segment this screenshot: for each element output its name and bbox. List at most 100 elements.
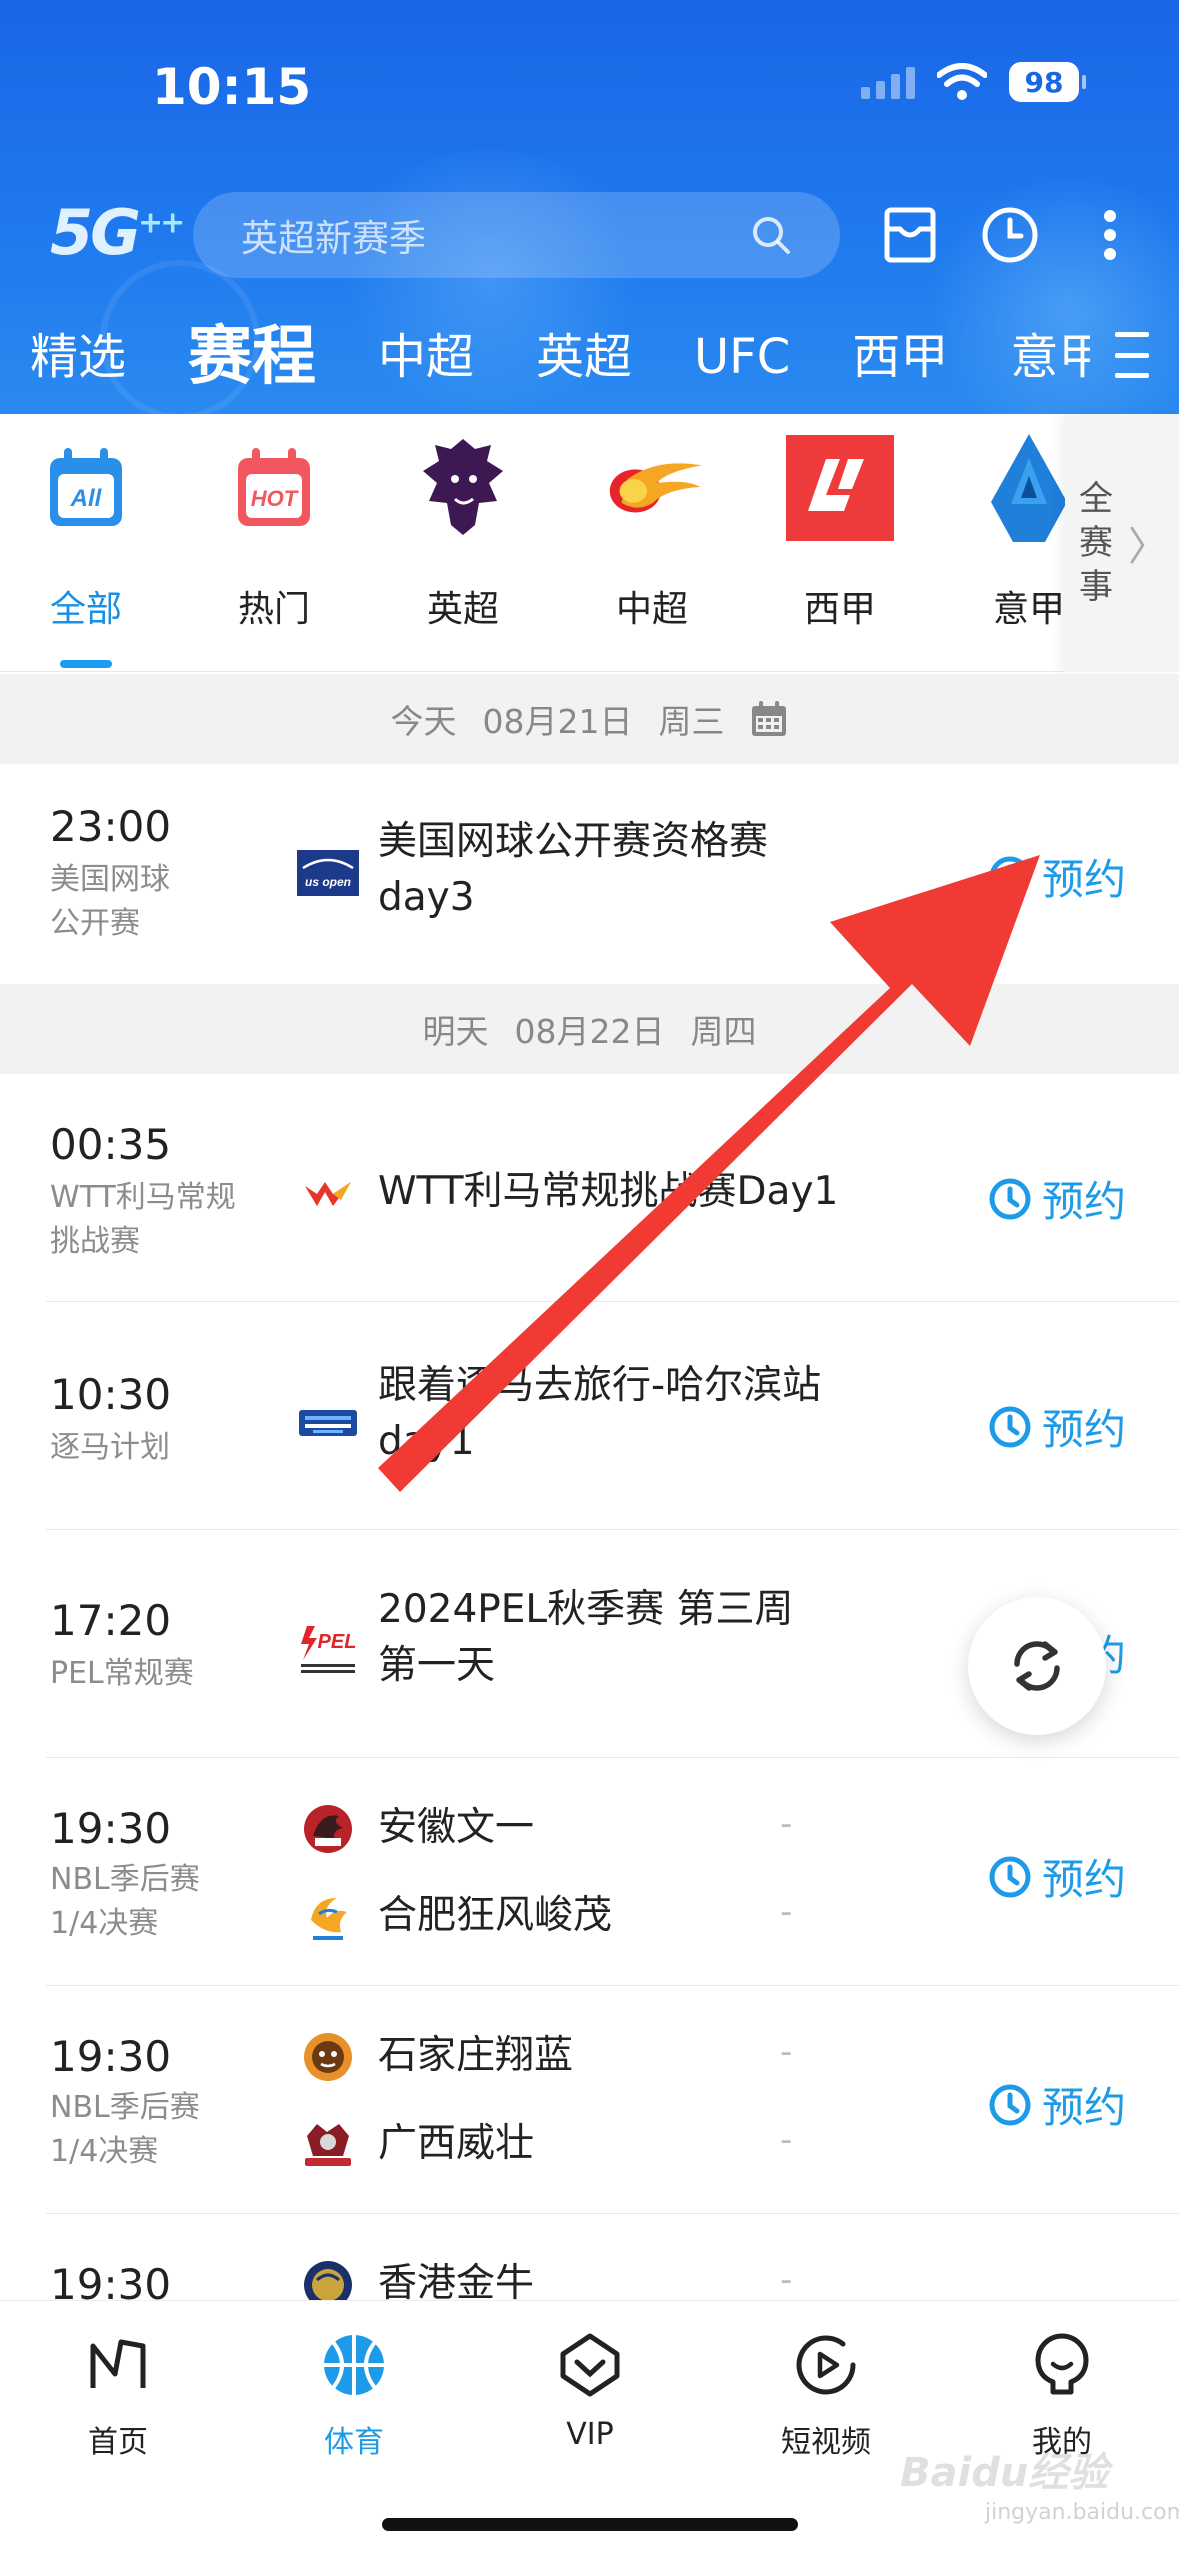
match-title: WTT利马常规挑战赛Day1 <box>378 1169 839 1214</box>
tab-home[interactable]: 首页 <box>38 2327 198 2461</box>
search-placeholder: 英超新赛季 <box>241 217 426 260</box>
calendar-icon[interactable] <box>750 700 788 738</box>
league-filter-bar: All 全部 HOT 热门 英超 中超 西甲 意甲 全赛事 〉 <box>0 414 1179 672</box>
match-time: 00:35 <box>50 1120 172 1169</box>
clock-icon <box>989 2084 1031 2125</box>
premier-league-lion-icon <box>409 434 517 542</box>
hefei-kuangfeng-icon <box>296 1890 360 1944</box>
match-row[interactable]: 19:30 NBL季后赛 1/4决赛 安徽文一 合肥狂风峻茂 - - 预约 <box>0 1758 1179 1986</box>
match-title: 跟着逐马去旅行-哈尔滨站 day1 <box>378 1363 822 1464</box>
watermark-url: jingyan.baidu.com <box>985 2500 1179 2525</box>
tab-ufc[interactable]: UFC <box>694 312 790 402</box>
tab-label: VIP <box>566 2417 614 2452</box>
guangxi-weizhuang-icon <box>296 2118 360 2172</box>
match-row[interactable]: 19:30 香港金牛 - <box>0 2214 1179 2300</box>
tab-laliga[interactable]: 西甲 <box>852 312 948 402</box>
reserve-label: 预约 <box>1042 855 1127 904</box>
match-row[interactable]: 23:00 美国网球 公开赛 us open 美国网球公开赛资格赛 day3 预约 <box>0 764 1179 984</box>
search-icon <box>753 217 790 254</box>
reserve-label: 预约 <box>1042 1177 1127 1226</box>
match-time: 23:00 <box>50 802 172 851</box>
match-row[interactable]: 10:30 逐马计划 跟着逐马去旅行-哈尔滨站 day1 预约 <box>0 1302 1179 1530</box>
team-score: - <box>780 2260 793 2300</box>
chevron-right-icon: 〉 <box>1128 524 1168 570</box>
reserve-button[interactable]: 预约 <box>988 2074 1126 2135</box>
team-score: - <box>780 1892 793 1932</box>
match-competition: PEL常规赛 <box>50 1656 194 1691</box>
status-time: 10:15 <box>152 58 312 116</box>
sports-ball-icon <box>274 2327 434 2403</box>
app-logo: 5G++ <box>50 196 185 269</box>
svg-text:All: All <box>70 485 103 512</box>
hot-calendar-icon: HOT <box>220 434 328 542</box>
league-laliga[interactable]: 西甲 <box>760 434 920 632</box>
match-row[interactable]: 19:30 NBL季后赛 1/4决赛 石家庄翔蓝 广西威壮 - - 预约 <box>0 1986 1179 2214</box>
tab-sports[interactable]: 体育 <box>274 2327 434 2461</box>
tab-serie-a[interactable]: 意甲 <box>1010 312 1090 402</box>
match-competition: WTT利马常规 挑战赛 <box>50 1180 236 1259</box>
match-time: 17:20 <box>50 1596 172 1645</box>
reserve-button[interactable]: 预约 <box>988 846 1126 907</box>
reserve-label: 预约 <box>1042 1405 1127 1454</box>
league-hot[interactable]: HOT 热门 <box>194 434 354 632</box>
weekday-label: 周四 <box>690 1012 757 1051</box>
tab-label: 体育 <box>324 2425 384 2460</box>
svg-text:HOT: HOT <box>251 486 299 511</box>
hongkong-jinniu-icon <box>296 2258 360 2300</box>
profile-icon <box>982 2327 1142 2403</box>
top-nav-tabs: 精选 赛程 中超 英超 UFC 西甲 意甲 <box>30 312 1090 402</box>
channel-menu-icon[interactable] <box>1115 332 1149 378</box>
match-time: 19:30 <box>50 2260 172 2300</box>
match-row[interactable]: 00:35 WTT利马常规 挑战赛 WTT利马常规挑战赛Day1 预约 <box>0 1074 1179 1302</box>
home-indicator <box>382 2518 798 2531</box>
inbox-icon[interactable] <box>878 203 942 267</box>
match-time: 19:30 <box>50 2032 172 2081</box>
reserve-button[interactable]: 预约 <box>988 1396 1126 1457</box>
team-name: 石家庄翔蓝 <box>378 2033 574 2078</box>
match-competition: NBL季后赛 1/4决赛 <box>50 2090 200 2169</box>
tab-premier-league[interactable]: 英超 <box>536 312 632 402</box>
baidu-watermark: Baidu经验 <box>900 2450 1109 2496</box>
app-header: 10:15 98 5G++ 英超新赛季 精选 赛程 中超 英超 UFC 西甲 意… <box>0 0 1179 414</box>
refresh-button[interactable] <box>968 1597 1106 1735</box>
clock-icon <box>989 1178 1031 1219</box>
weekday-label: 周三 <box>658 702 725 741</box>
match-time: 19:30 <box>50 1804 172 1853</box>
us-open-icon: us open <box>296 846 360 900</box>
more-menu-icon[interactable] <box>1078 203 1142 267</box>
day-label: 明天 <box>422 1012 489 1051</box>
date-label: 08月22日 <box>514 1012 665 1051</box>
active-league-indicator <box>60 660 112 668</box>
team-name: 香港金牛 <box>378 2261 535 2300</box>
league-csl[interactable]: 中超 <box>572 434 732 632</box>
clock-icon <box>989 856 1031 897</box>
tab-vip[interactable]: VIP <box>510 2327 670 2452</box>
league-label: 热门 <box>237 589 310 630</box>
tab-schedule[interactable]: 赛程 <box>188 312 316 402</box>
search-bar[interactable]: 英超新赛季 <box>193 192 840 278</box>
all-events-label: 全赛事 <box>1079 479 1113 607</box>
csl-flame-icon <box>598 434 706 542</box>
team-score: - <box>780 2032 793 2072</box>
reserve-label: 预约 <box>1042 2083 1127 2132</box>
history-clock-icon[interactable] <box>978 203 1042 267</box>
team-name: 合肥狂风峻茂 <box>378 1893 613 1938</box>
league-label: 中超 <box>615 589 688 630</box>
svg-text:PEL: PEL <box>318 1631 357 1653</box>
shijiazhuang-icon <box>296 2030 360 2084</box>
pel-icon: PEL <box>296 1622 360 1676</box>
date-label: 08月21日 <box>482 702 633 741</box>
tab-label: 短视频 <box>781 2425 871 2460</box>
all-events-button[interactable]: 全赛事 〉 <box>1065 414 1179 672</box>
battery-icon: 98 <box>1009 62 1086 102</box>
reserve-button[interactable]: 预约 <box>988 1168 1126 1229</box>
reserve-button[interactable]: 预约 <box>988 1846 1126 1907</box>
league-premier-league[interactable]: 英超 <box>383 434 543 632</box>
clock-icon <box>989 1406 1031 1447</box>
league-all[interactable]: All 全部 <box>6 434 166 632</box>
match-title: 美国网球公开赛资格赛 day3 <box>378 819 769 920</box>
wtt-icon <box>296 1168 360 1222</box>
tab-csl[interactable]: 中超 <box>378 312 474 402</box>
tab-featured[interactable]: 精选 <box>30 312 126 402</box>
tab-short-video[interactable]: 短视频 <box>746 2327 906 2461</box>
